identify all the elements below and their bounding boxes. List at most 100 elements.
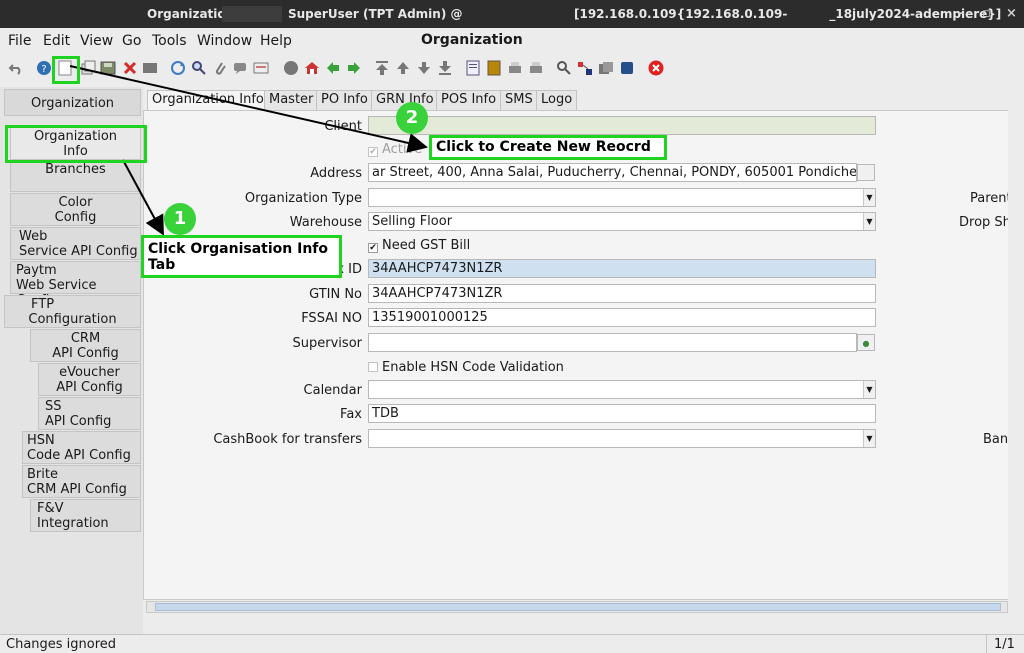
toolbar: ? xyxy=(0,56,1024,84)
find-icon[interactable] xyxy=(191,60,207,76)
help-icon[interactable]: ? xyxy=(36,60,52,76)
tax-id-field[interactable]: 34AAHCP7473N1ZR xyxy=(368,259,876,278)
zoom-across-icon[interactable] xyxy=(556,60,572,76)
menu-tools[interactable]: Tools xyxy=(152,33,187,49)
refresh-icon[interactable] xyxy=(170,60,186,76)
home-icon[interactable] xyxy=(304,60,320,76)
title-redaction xyxy=(222,6,282,22)
calendar-label: Calendar xyxy=(303,383,362,398)
product-info-icon[interactable] xyxy=(619,60,635,76)
cashbook-select[interactable] xyxy=(368,429,876,448)
minimize-icon[interactable]: – xyxy=(958,6,965,21)
left-tab-brite-crm-api-config[interactable]: Brite CRM API Config xyxy=(22,465,141,498)
left-tab-paytm-web-service-config[interactable]: PaytmWeb Service Config xyxy=(10,261,141,308)
organization-info-highlight xyxy=(5,125,147,163)
copy-icon[interactable] xyxy=(80,60,96,76)
left-tab-color-config[interactable]: Color Config xyxy=(10,193,141,226)
calendar-select[interactable] xyxy=(368,380,876,399)
print-preview-icon[interactable] xyxy=(507,60,523,76)
tab-pos-info[interactable]: POS Info xyxy=(436,90,502,110)
forward-icon[interactable] xyxy=(346,60,362,76)
history-icon[interactable] xyxy=(253,60,269,76)
left-tab-organization[interactable]: Organization xyxy=(4,89,141,116)
back-icon[interactable] xyxy=(325,60,341,76)
left-tab-branches[interactable]: Branches xyxy=(10,160,141,192)
active-checkbox[interactable]: ✔ Active xyxy=(368,142,422,157)
organization-type-select[interactable] xyxy=(368,188,876,207)
left-tab-label: CRM API Config xyxy=(27,482,127,497)
next-icon[interactable] xyxy=(416,60,432,76)
menu-help[interactable]: Help xyxy=(260,33,292,49)
tab-po-info[interactable]: PO Info xyxy=(316,90,373,110)
app-title: Organization xyxy=(421,32,523,48)
archive-icon[interactable] xyxy=(486,60,502,76)
chat-icon[interactable] xyxy=(232,60,248,76)
tab-sms[interactable]: SMS xyxy=(500,90,538,110)
left-tab-ss-api-config[interactable]: SS API Config xyxy=(38,397,141,430)
menu-file[interactable]: File xyxy=(8,33,31,49)
supervisor-lookup-icon[interactable]: ● xyxy=(857,334,875,351)
organization-type-label: Organization Type xyxy=(244,191,362,206)
vertical-scrollbar[interactable] xyxy=(1008,88,1022,600)
print-icon[interactable] xyxy=(142,60,158,76)
left-tab-evoucher-api-config[interactable]: eVoucher API Config xyxy=(38,363,141,396)
chevron-down-icon[interactable]: ▼ xyxy=(863,381,875,398)
left-tab-label: Paytm xyxy=(16,263,57,278)
first-icon[interactable] xyxy=(374,60,390,76)
active-workflows-icon[interactable] xyxy=(577,60,593,76)
menu-view[interactable]: View xyxy=(80,33,113,49)
title-server: [192.168.0.109{192.168.0.109- _18july2024… xyxy=(574,7,1002,21)
step1-callout: Click Organisation Info Tab xyxy=(141,235,342,278)
lock-icon[interactable] xyxy=(283,60,299,76)
step1-badge: 1 xyxy=(164,203,196,235)
left-tab-label: API Config xyxy=(52,346,119,361)
address-field[interactable]: ar Street, 400, Anna Salai, Puducherry, … xyxy=(368,163,857,182)
save-icon[interactable] xyxy=(100,60,116,76)
left-tab-web-service-api-config[interactable]: Web Service API Config xyxy=(10,227,141,260)
warehouse-select[interactable]: Selling Floor xyxy=(368,212,876,231)
need-gst-bill-checkbox[interactable]: ✔ Need GST Bill xyxy=(368,238,470,253)
fssai-label: FSSAI NO xyxy=(301,311,362,326)
delete-icon[interactable] xyxy=(122,60,138,76)
left-tab-ftp-configuration[interactable]: FTP Configuration xyxy=(4,295,141,328)
need-gst-bill-label: Need GST Bill xyxy=(382,238,471,253)
left-tab-crm-api-config[interactable]: CRM API Config xyxy=(30,329,141,362)
gtin-field[interactable]: 34AAHCP7473N1ZR xyxy=(368,284,876,303)
chevron-down-icon[interactable]: ▼ xyxy=(863,213,875,230)
left-tab-fv-integration[interactable]: F&V Integration xyxy=(30,499,141,532)
tab-master[interactable]: Master xyxy=(264,90,319,110)
tab-logo[interactable]: Logo xyxy=(536,90,578,110)
close-icon[interactable]: × xyxy=(1006,6,1017,21)
previous-icon[interactable] xyxy=(395,60,411,76)
exit-icon[interactable] xyxy=(648,60,664,76)
attachment-icon[interactable] xyxy=(212,60,228,76)
menu-window[interactable]: Window xyxy=(197,33,252,49)
left-tab-label: Code API Config xyxy=(27,448,131,463)
maximize-icon[interactable]: ▫ xyxy=(982,6,991,21)
menu-bar: File Edit View Go Tools Window Help Orga… xyxy=(0,28,1024,54)
scrollbar-thumb[interactable] xyxy=(155,603,1001,611)
parent-label: Parent xyxy=(970,191,1012,206)
tab-organization-info[interactable]: Organization Info xyxy=(147,90,269,110)
left-tab-label: API Config xyxy=(45,414,112,429)
last-icon[interactable] xyxy=(437,60,453,76)
chevron-down-icon[interactable]: ▼ xyxy=(863,189,875,206)
fssai-field[interactable]: 13519001000125 xyxy=(368,308,876,327)
left-tab-label: Web xyxy=(19,229,48,244)
print-preview2-icon[interactable] xyxy=(528,60,544,76)
menu-go[interactable]: Go xyxy=(122,33,141,49)
supervisor-field[interactable] xyxy=(368,333,857,352)
address-lookup-button[interactable] xyxy=(857,164,875,181)
client-field[interactable] xyxy=(368,116,876,135)
window-title-bar: Organization SuperUser (TPT Admin) @ [19… xyxy=(0,0,1024,28)
report-icon[interactable] xyxy=(465,60,481,76)
menu-edit[interactable]: Edit xyxy=(43,33,70,49)
left-tab-hsn-code-api-config[interactable]: HSN Code API Config xyxy=(22,431,141,464)
fax-field[interactable]: TDB xyxy=(368,404,876,423)
step2-callout: Click to Create New Reocrd xyxy=(429,135,667,160)
hsn-validation-checkbox[interactable]: Enable HSN Code Validation xyxy=(368,360,564,375)
horizontal-scrollbar[interactable] xyxy=(146,601,1008,613)
chevron-down-icon[interactable]: ▼ xyxy=(863,430,875,447)
requests-icon[interactable] xyxy=(598,60,614,76)
undo-icon[interactable] xyxy=(8,60,24,76)
